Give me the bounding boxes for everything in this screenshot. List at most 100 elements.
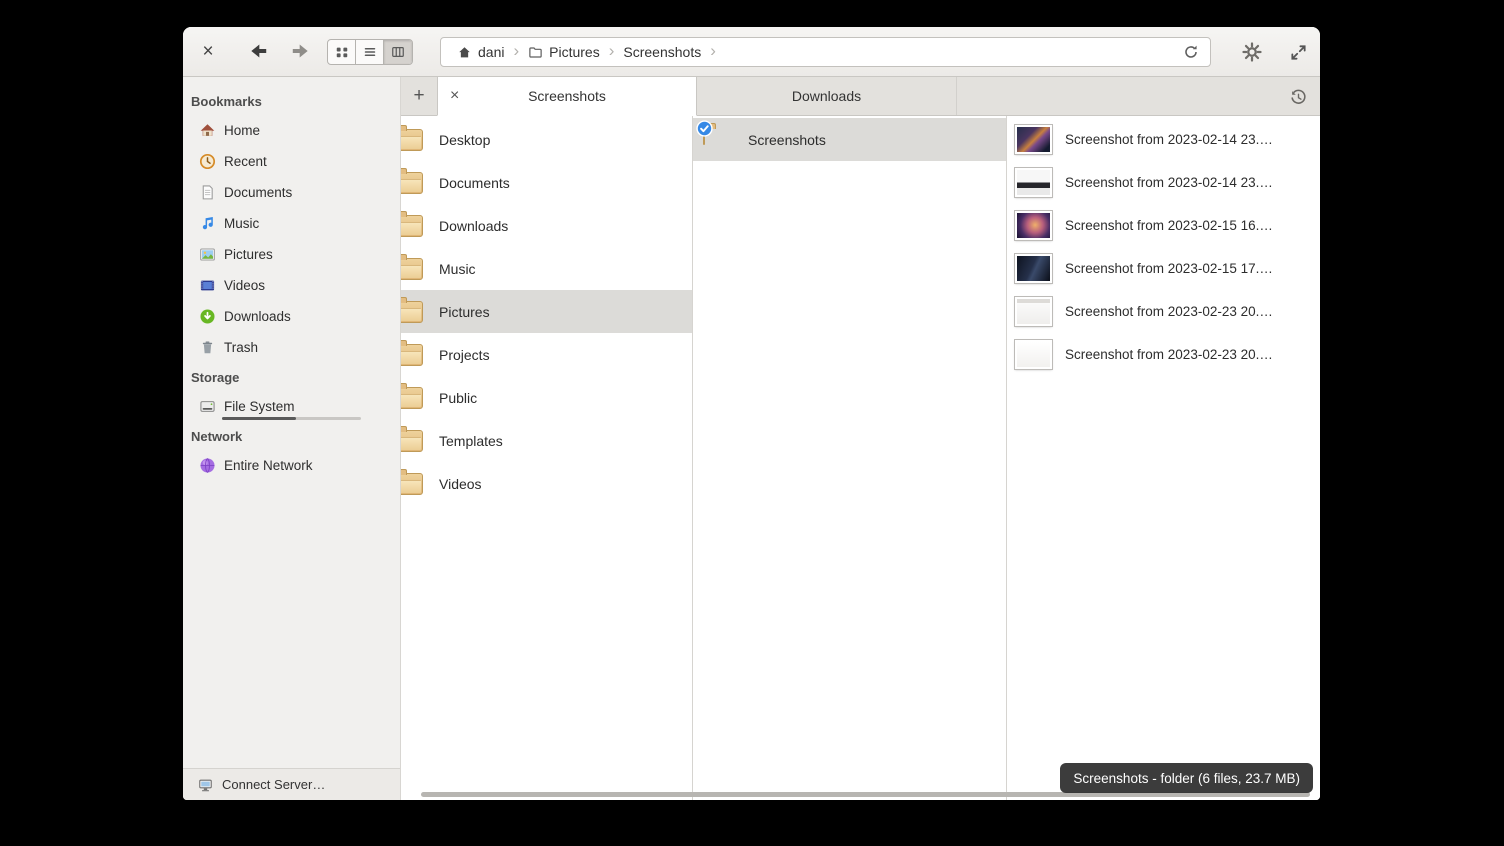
place-row-desktop[interactable]: Desktop	[401, 118, 692, 161]
path-bar[interactable]: dani › Pictures › Screenshots ›	[440, 37, 1211, 67]
toolbar: × dani › Pictures	[183, 27, 1320, 77]
file-row[interactable]: Screenshot from 2023-02-23 20.…	[1007, 290, 1320, 333]
file-name: Screenshot from 2023-02-15 17.…	[1065, 261, 1273, 276]
refresh-button[interactable]	[1178, 39, 1204, 65]
sidebar-item-label: File System	[224, 399, 295, 414]
file-thumbnail	[1015, 211, 1052, 240]
filesystem-usage-bar	[222, 417, 361, 420]
view-switcher	[327, 39, 413, 65]
place-row-downloads[interactable]: Downloads	[401, 204, 692, 247]
column-pictures: Screenshots	[693, 116, 1007, 800]
folder-icon	[401, 473, 423, 495]
list-icon	[363, 45, 377, 59]
sidebar-item-documents[interactable]: Documents	[183, 177, 400, 208]
place-row-templates[interactable]: Templates	[401, 419, 692, 462]
gear-icon	[1242, 42, 1262, 62]
file-thumbnail	[1015, 168, 1052, 197]
sidebar: BookmarksHomeRecentDocumentsMusicPicture…	[183, 77, 401, 800]
folder-label: Screenshots	[748, 132, 826, 148]
file-name: Screenshot from 2023-02-23 20.…	[1065, 304, 1273, 319]
folder-icon	[401, 430, 423, 452]
place-row-public[interactable]: Public	[401, 376, 692, 419]
tab-downloads[interactable]: Downloads	[697, 77, 957, 115]
forward-button[interactable]	[287, 40, 315, 64]
main-area: + × Screenshots Downloads Desktop Documen…	[401, 77, 1320, 800]
list-view-button[interactable]	[356, 40, 384, 64]
place-row-pictures[interactable]: Pictures	[401, 290, 692, 333]
file-thumbnail	[1015, 125, 1052, 154]
column-files: Screenshot from 2023-02-14 23.… Screensho…	[1007, 116, 1320, 800]
chevron-right-icon: ›	[508, 41, 524, 63]
sidebar-item-home[interactable]: Home	[183, 115, 400, 146]
sidebar-item-label: Recent	[224, 154, 267, 169]
file-row[interactable]: Screenshot from 2023-02-15 16.…	[1007, 204, 1320, 247]
tab-close-button[interactable]: ×	[450, 87, 459, 105]
file-row[interactable]: Screenshot from 2023-02-15 17.…	[1007, 247, 1320, 290]
sidebar-item-recent[interactable]: Recent	[183, 146, 400, 177]
home-icon	[199, 122, 216, 139]
history-icon	[1290, 89, 1307, 106]
window-close-button[interactable]: ×	[196, 27, 220, 77]
pictures-icon	[199, 246, 216, 263]
documents-icon	[199, 184, 216, 201]
chevron-right-icon: ›	[705, 41, 721, 63]
columns-icon	[391, 45, 405, 59]
music-icon	[199, 215, 216, 232]
new-tab-button[interactable]: +	[401, 77, 437, 115]
sidebar-item-trash[interactable]: Trash	[183, 332, 400, 363]
server-icon	[197, 777, 214, 793]
back-arrow-icon	[248, 42, 268, 60]
breadcrumb-label: Pictures	[549, 44, 600, 60]
connect-server-label: Connect Server…	[222, 777, 325, 792]
breadcrumb-pictures[interactable]: Pictures	[524, 44, 604, 60]
fullscreen-button[interactable]	[1282, 36, 1314, 68]
place-label: Desktop	[439, 132, 490, 148]
place-row-documents[interactable]: Documents	[401, 161, 692, 204]
column-view-button[interactable]	[384, 40, 412, 64]
breadcrumb-home[interactable]: dani	[453, 44, 508, 60]
file-name: Screenshot from 2023-02-15 16.…	[1065, 218, 1273, 233]
grid-view-button[interactable]	[328, 40, 356, 64]
videos-icon	[199, 277, 216, 294]
folder-icon	[401, 301, 423, 323]
sidebar-item-pictures[interactable]: Pictures	[183, 239, 400, 270]
place-row-projects[interactable]: Projects	[401, 333, 692, 376]
miller-columns: Desktop Documents DownloadsMusicPictures Pr…	[401, 116, 1320, 800]
breadcrumb-label: Screenshots	[623, 44, 701, 60]
sidebar-section-title: Storage	[183, 363, 400, 391]
sidebar-item-label: Home	[224, 123, 260, 138]
file-row[interactable]: Screenshot from 2023-02-14 23.…	[1007, 118, 1320, 161]
place-row-videos[interactable]: Videos	[401, 462, 692, 505]
breadcrumb-screenshots[interactable]: Screenshots	[619, 44, 705, 60]
sidebar-item-entire-network[interactable]: Entire Network	[183, 450, 400, 481]
file-row[interactable]: Screenshot from 2023-02-23 20.…	[1007, 333, 1320, 376]
sidebar-item-videos[interactable]: Videos	[183, 270, 400, 301]
folder-icon	[528, 45, 543, 60]
place-label: Documents	[439, 175, 510, 191]
home-icon	[457, 45, 472, 60]
sidebar-item-music[interactable]: Music	[183, 208, 400, 239]
place-label: Projects	[439, 347, 490, 363]
refresh-icon	[1183, 44, 1199, 60]
settings-gear-button[interactable]	[1236, 36, 1268, 68]
file-row[interactable]: Screenshot from 2023-02-14 23.…	[1007, 161, 1320, 204]
history-button[interactable]	[1284, 83, 1312, 111]
sidebar-item-label: Downloads	[224, 309, 291, 324]
place-row-music[interactable]: Music	[401, 247, 692, 290]
forward-arrow-icon	[291, 42, 311, 60]
folder-icon	[703, 128, 732, 151]
connect-server-button[interactable]: Connect Server…	[183, 768, 400, 800]
recent-icon	[199, 153, 216, 170]
file-thumbnail	[1015, 254, 1052, 283]
sidebar-item-label: Pictures	[224, 247, 273, 262]
filesystem-icon	[199, 398, 216, 415]
sidebar-item-file-system[interactable]: File System	[183, 391, 400, 422]
sidebar-item-downloads[interactable]: Downloads	[183, 301, 400, 332]
filesystem-usage-fill	[222, 417, 296, 420]
file-name: Screenshot from 2023-02-14 23.…	[1065, 175, 1273, 190]
sidebar-item-label: Documents	[224, 185, 292, 200]
tab-screenshots[interactable]: × Screenshots	[437, 77, 697, 116]
folder-row-screenshots[interactable]: Screenshots	[693, 118, 1006, 161]
back-button[interactable]	[244, 40, 272, 64]
folder-info-tooltip: Screenshots - folder (6 files, 23.7 MB)	[1060, 763, 1313, 793]
